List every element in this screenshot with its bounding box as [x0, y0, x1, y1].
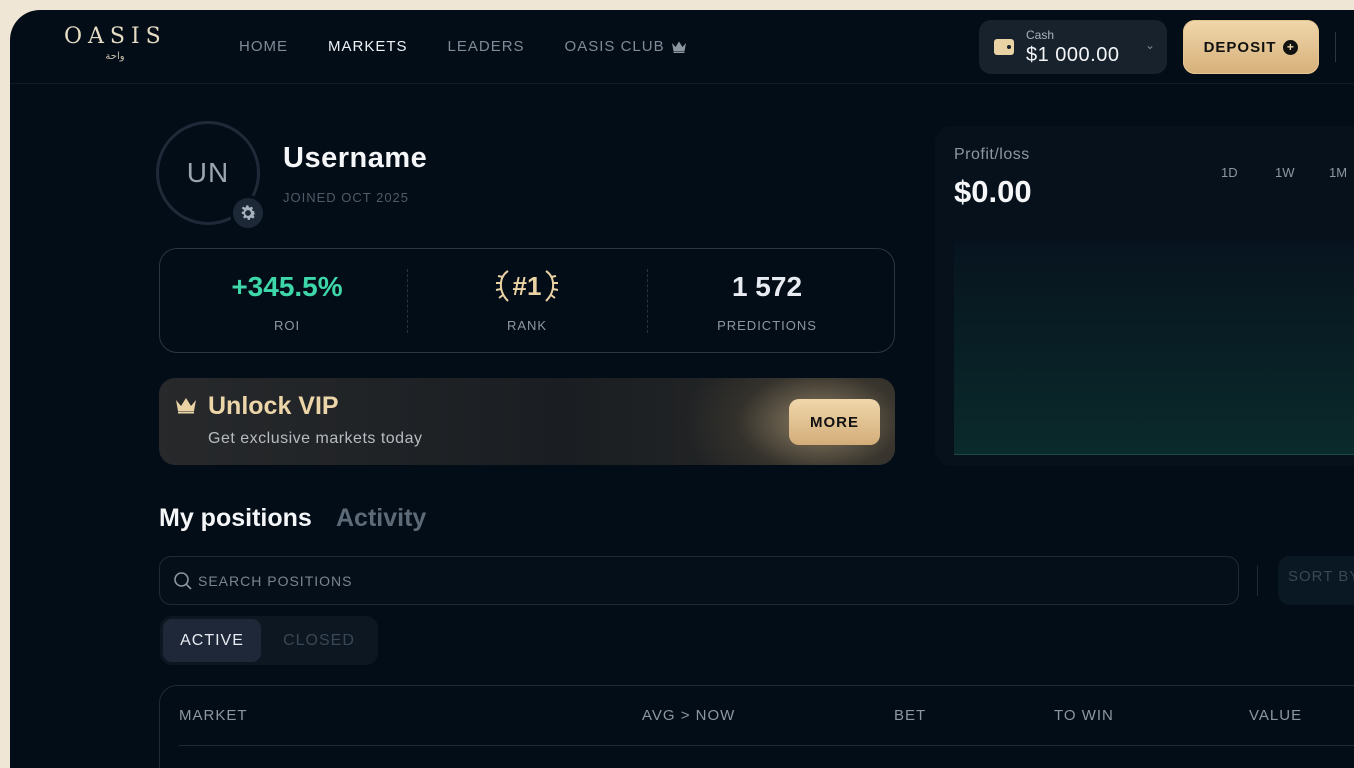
crown-icon — [671, 41, 686, 53]
search-icon — [174, 572, 192, 590]
settings-button[interactable] — [230, 195, 266, 231]
vip-banner: Unlock VIP Get exclusive markets today M… — [159, 378, 895, 465]
main-nav: HOME MARKETS LEADERS OASIS CLUB — [239, 38, 727, 55]
search-input[interactable] — [198, 557, 1198, 604]
pnl-label: Profit/loss — [954, 146, 1030, 163]
gear-icon — [241, 205, 256, 220]
joined-date: JOINED OCT 2025 — [283, 190, 410, 205]
table-header-divider — [179, 745, 1354, 746]
col-value[interactable]: VALUE — [1249, 707, 1302, 724]
nav-leaders[interactable]: LEADERS — [448, 38, 525, 55]
cash-value: $1 000.00 — [1026, 44, 1120, 66]
nav-oasis-club[interactable]: OASIS CLUB — [565, 38, 687, 55]
profit-loss-card: Profit/loss $0.00 1D 1W 1M — [935, 126, 1354, 466]
status-filter: ACTIVE CLOSED — [160, 616, 378, 665]
laurel-left-icon — [495, 270, 509, 302]
stat-rank: #1 RANK — [407, 249, 647, 352]
chevron-down-icon: ⌄ — [1144, 38, 1155, 52]
rank-value: #1 — [512, 270, 542, 301]
tab-my-positions[interactable]: My positions — [159, 504, 312, 533]
plus-circle-icon: + — [1283, 39, 1299, 55]
username: Username — [283, 142, 428, 174]
tab-activity[interactable]: Activity — [336, 504, 426, 533]
stat-roi: +345.5% ROI — [167, 249, 407, 352]
brand-subtitle: واحة — [105, 51, 125, 62]
predictions-label: PREDICTIONS — [717, 318, 817, 333]
positions-table: MARKET AVG > NOW BET TO WIN VALUE — [159, 685, 1354, 768]
vip-more-button[interactable]: MORE — [789, 399, 880, 445]
header-divider — [1335, 32, 1336, 62]
stats-card: +345.5% ROI #1 RANK 1 572 PREDICTIONS — [159, 248, 895, 353]
col-avg-now[interactable]: AVG > NOW — [642, 707, 735, 724]
range-1m[interactable]: 1M — [1329, 165, 1354, 180]
rank-badge: #1 — [407, 269, 647, 303]
cash-label: Cash — [1026, 28, 1055, 42]
roi-value: +345.5% — [231, 271, 343, 302]
search-bar — [159, 556, 1239, 605]
col-to-win[interactable]: TO WIN — [1054, 707, 1114, 724]
roi-label: ROI — [273, 318, 301, 333]
cash-balance-dropdown[interactable]: Cash $1 000.00 ⌄ — [979, 20, 1167, 74]
laurel-right-icon — [545, 270, 559, 302]
deposit-button[interactable]: DEPOSIT + — [1183, 20, 1319, 74]
sort-button[interactable]: SORT BY — [1278, 556, 1354, 605]
brand-name: OASIS — [64, 24, 167, 49]
crown-icon — [176, 398, 196, 414]
col-market[interactable]: MARKET — [179, 707, 248, 724]
deposit-label: DEPOSIT — [1203, 38, 1277, 56]
nav-home[interactable]: HOME — [239, 38, 288, 55]
avatar-initials: UN — [186, 157, 230, 188]
stat-predictions: 1 572 PREDICTIONS — [647, 249, 887, 352]
nav-oasis-club-label: OASIS CLUB — [564, 38, 665, 55]
predictions-value: 1 572 — [731, 271, 803, 302]
app-window: OASIS واحة HOME MARKETS LEADERS OASIS CL… — [10, 10, 1354, 768]
range-selector: 1D 1W 1M — [1221, 165, 1354, 180]
nav-markets[interactable]: MARKETS — [328, 38, 408, 55]
vip-subtitle: Get exclusive markets today — [208, 430, 423, 447]
search-divider — [1257, 566, 1258, 596]
pnl-value: $0.00 — [954, 174, 1032, 209]
vip-title: Unlock VIP — [208, 392, 339, 420]
pnl-chart-area — [954, 242, 1354, 455]
range-1d[interactable]: 1D — [1221, 165, 1275, 180]
filter-active[interactable]: ACTIVE — [163, 619, 261, 662]
top-header: OASIS واحة HOME MARKETS LEADERS OASIS CL… — [10, 10, 1354, 84]
brand-logo[interactable]: OASIS واحة — [64, 24, 166, 62]
rank-label: RANK — [506, 318, 548, 333]
range-1w[interactable]: 1W — [1275, 165, 1329, 180]
col-bet[interactable]: BET — [894, 707, 926, 724]
filter-closed[interactable]: CLOSED — [264, 619, 374, 662]
wallet-icon — [994, 39, 1014, 55]
